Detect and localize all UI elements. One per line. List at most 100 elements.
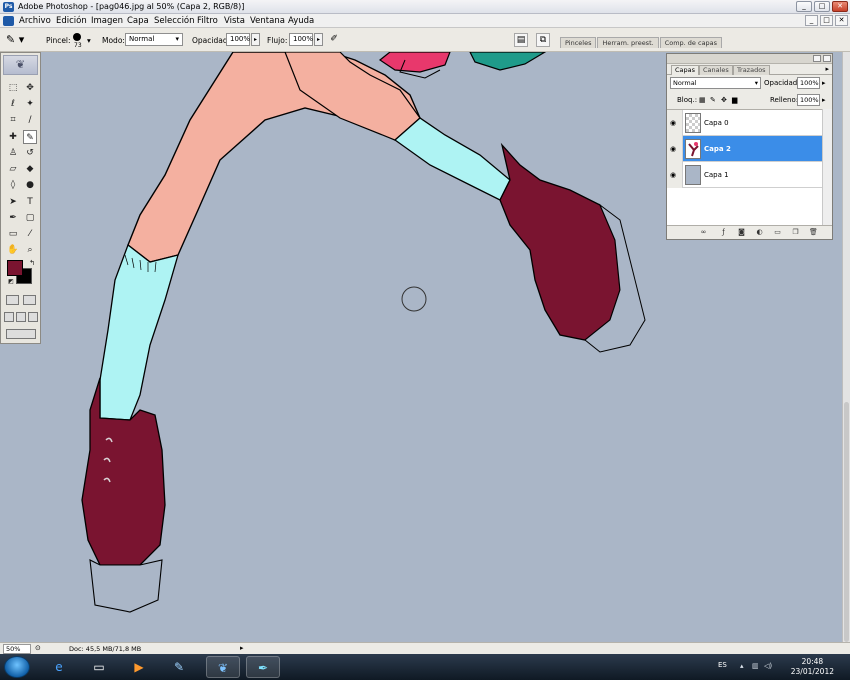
doc-restore-button[interactable]: □ [820,15,833,26]
pen-tool-icon[interactable]: ✒ [6,211,20,225]
eraser-tool-icon[interactable]: ▱ [6,162,20,176]
media-player-icon[interactable]: ▶ [122,656,156,678]
new-layer-icon[interactable]: ❐ [791,228,800,237]
layer-row[interactable]: ◉ Capa 2 [667,136,822,162]
screen-mode-full-menu-icon[interactable] [16,312,26,322]
blend-mode-select[interactable]: Normal ▾ [670,77,761,89]
crop-tool-icon[interactable]: ⌗ [6,113,20,127]
tray-arrow-icon[interactable]: ▴ [740,662,744,670]
default-colors-icon[interactable]: ◩ [4,275,18,289]
file-explorer-icon[interactable]: ▭ [82,656,116,678]
opacity-stepper-icon[interactable]: ▸ [822,79,826,87]
zoom-tool-icon[interactable]: ⌕ [23,243,37,257]
clock[interactable]: 20:48 23/01/2012 [791,657,834,677]
visibility-toggle[interactable]: ◉ [667,136,683,162]
shape-tool-icon[interactable]: ▢ [23,211,37,225]
photoshop-taskbar-icon[interactable]: ❦ [206,656,240,678]
document-icon[interactable] [3,16,14,26]
internet-explorer-icon[interactable]: e [42,656,76,678]
menu-imagen[interactable]: Imagen [91,16,123,26]
menu-filtro[interactable]: Filtro [197,16,218,26]
swap-colors-icon[interactable]: ↰ [25,256,39,270]
opacidad-stepper[interactable]: ▸ [251,33,260,46]
airbrush-icon[interactable]: ✐ [327,33,341,47]
maximize-button[interactable]: □ [814,1,830,12]
zoom-input[interactable]: 50% [3,644,31,654]
layer-row[interactable]: ◉ Capa 1 [667,162,822,188]
slice-tool-icon[interactable]: ∕ [23,113,37,127]
tab-capas[interactable]: Capas [671,65,700,75]
status-icon[interactable]: ⊙ [35,644,41,652]
tab-trazados[interactable]: Trazados [733,65,770,75]
healing-brush-tool-icon[interactable]: ✚ [6,130,20,144]
doc-close-button[interactable]: ✕ [835,15,848,26]
layer-opacity-input[interactable]: 100% [797,77,820,89]
palette-toggle-icon[interactable]: ▤ [514,33,528,47]
flujo-input[interactable]: 100% [289,33,313,46]
standard-mode-icon[interactable] [6,295,19,305]
new-group-icon[interactable]: ▭ [773,228,782,237]
brush-tool-icon[interactable]: ✎ [23,130,37,144]
network-icon[interactable]: ▥ [752,662,759,670]
panel-minimize-icon[interactable] [813,55,821,62]
lock-all-icon[interactable]: ▆ [732,96,740,104]
visibility-toggle[interactable]: ◉ [667,162,683,188]
brush-tool-preset-icon[interactable]: ✎ ▾ [6,33,28,47]
brush-preview-icon[interactable] [73,33,81,41]
file-browser-icon[interactable]: ⧉ [536,33,550,47]
magic-wand-tool-icon[interactable]: ✦ [23,97,37,111]
panel-menu-icon[interactable]: ▸ [825,65,829,73]
screen-mode-standard-icon[interactable] [4,312,14,322]
screen-mode-full-icon[interactable] [28,312,38,322]
jump-to-imageready-icon[interactable] [6,329,36,339]
hand-tool-icon[interactable]: ✋ [6,243,20,257]
menu-edicion[interactable]: Edición [56,16,87,26]
flujo-stepper[interactable]: ▸ [314,33,323,46]
well-tab-comp-capas[interactable]: Comp. de capas [659,37,723,48]
paint-bucket-tool-icon[interactable]: ◆ [23,162,37,176]
type-tool-icon[interactable]: T [23,195,37,209]
history-brush-tool-icon[interactable]: ↺ [23,146,37,160]
minimize-button[interactable]: _ [796,1,812,12]
menu-capa[interactable]: Capa [127,16,149,26]
language-indicator[interactable]: ES [718,661,727,669]
close-button[interactable]: ✕ [832,1,848,12]
link-layers-icon[interactable]: ∞ [699,228,708,237]
vertical-scroll-thumb[interactable] [844,402,849,642]
opacidad-input[interactable]: 100% [226,33,250,46]
lock-transparency-icon[interactable]: ▦ [699,96,707,104]
trash-icon[interactable]: 🗑 [809,228,818,237]
panel-close-icon[interactable] [823,55,831,62]
modo-select[interactable]: Normal ▾ [125,33,183,46]
brush-dropdown-arrow-icon[interactable]: ▾ [87,36,91,45]
menu-seleccion[interactable]: Selección [154,16,195,26]
menu-vista[interactable]: Vista [224,16,245,26]
doc-minimize-button[interactable]: _ [805,15,818,26]
move-tool-icon[interactable]: ✥ [23,81,37,95]
start-button[interactable] [4,656,30,678]
path-selection-tool-icon[interactable]: ➤ [6,195,20,209]
menu-ayuda[interactable]: Ayuda [288,16,314,26]
fill-input[interactable]: 100% [797,94,820,106]
notes-tool-icon[interactable]: ▭ [6,227,20,241]
menu-archivo[interactable]: Archivo [19,16,51,26]
lock-pixels-icon[interactable]: ✎ [710,96,718,104]
lasso-tool-icon[interactable]: ℓ [6,97,20,111]
status-menu-arrow-icon[interactable]: ▸ [240,644,244,652]
clone-stamp-tool-icon[interactable]: ♙ [6,146,20,160]
quick-mask-mode-icon[interactable] [23,295,36,305]
visibility-toggle[interactable]: ◉ [667,110,683,136]
lock-position-icon[interactable]: ✥ [721,96,729,104]
fill-stepper-icon[interactable]: ▸ [822,96,826,104]
adjustment-layer-icon[interactable]: ◐ [755,228,764,237]
volume-icon[interactable]: ◁) [764,662,772,670]
blur-tool-icon[interactable]: ◊ [6,178,20,192]
layer-mask-icon[interactable]: ◙ [737,228,746,237]
photoshop-feather-icon[interactable]: ❦ [3,55,38,75]
foreground-color-swatch[interactable] [7,260,23,276]
layer-style-icon[interactable]: ƒ [719,228,728,237]
tab-canales[interactable]: Canales [699,65,733,75]
eyedropper-tool-icon[interactable]: ⁄ [23,227,37,241]
paint-app-icon[interactable]: ✎ [162,656,196,678]
dodge-tool-icon[interactable]: ● [23,178,37,192]
